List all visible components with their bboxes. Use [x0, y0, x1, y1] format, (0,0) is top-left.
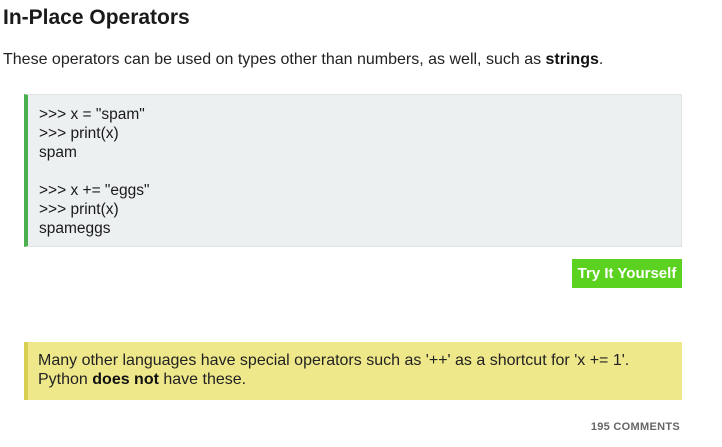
- intro-paragraph: These operators can be used on types oth…: [3, 50, 603, 70]
- code-block: >>> x = "spam" >>> print(x) spam >>> x +…: [24, 94, 682, 247]
- intro-keyword: strings: [545, 51, 599, 68]
- intro-end: .: [598, 51, 604, 68]
- info-note: Many other languages have special operat…: [24, 342, 682, 400]
- code-line: >>> x += "eggs": [39, 182, 150, 199]
- note-emphasis: does not: [92, 371, 159, 388]
- note-line-1: Many other languages have special operat…: [38, 352, 630, 369]
- page-title: In-Place Operators: [3, 6, 190, 29]
- intro-text: These operators can be used on types oth…: [3, 51, 546, 68]
- try-it-yourself-button[interactable]: Try It Yourself: [572, 259, 682, 288]
- code-line: >>> print(x): [39, 201, 119, 218]
- code-line: >>> x = "spam": [39, 106, 145, 123]
- note-text-end: have these.: [158, 371, 247, 388]
- code-line: spam: [39, 144, 77, 161]
- code-line: >>> print(x): [39, 125, 119, 142]
- code-line: spameggs: [39, 220, 111, 237]
- comments-link[interactable]: 195 COMMENTS: [560, 420, 680, 434]
- note-line-2: Python does not have these.: [38, 370, 682, 389]
- note-text: Python: [38, 371, 93, 388]
